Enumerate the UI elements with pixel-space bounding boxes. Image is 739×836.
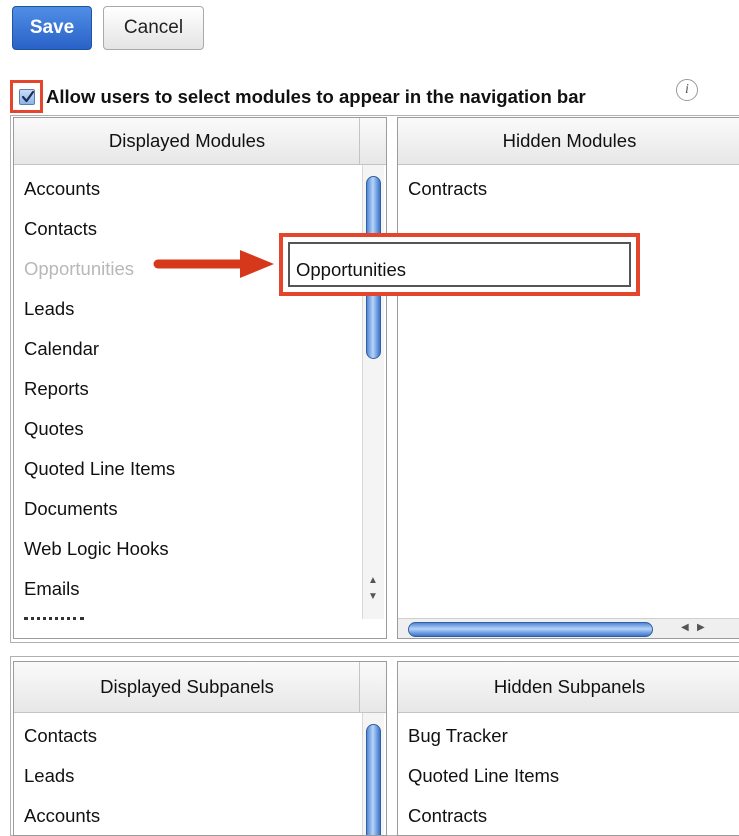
list-item[interactable]: Documents: [24, 498, 118, 520]
scroll-up-icon[interactable]: ▲: [364, 575, 382, 586]
list-item[interactable]: Quoted Line Items: [408, 765, 559, 787]
dragged-item-label: Opportunities: [296, 259, 407, 280]
displayed-subpanels-scrollbar[interactable]: [362, 713, 384, 835]
displayed-subpanels-header: Displayed Subpanels: [14, 662, 360, 713]
scroll-thumb[interactable]: [366, 724, 381, 835]
list-item[interactable]: Web Logic Hooks: [24, 538, 169, 560]
list-item[interactable]: Leads: [24, 298, 74, 320]
list-item-clipped: [24, 616, 94, 620]
list-item[interactable]: Quoted Line Items: [24, 458, 175, 480]
cancel-button[interactable]: Cancel: [103, 6, 204, 50]
dragged-item-highlight: Opportunities: [279, 233, 640, 296]
scroll-header-cap: [359, 662, 386, 713]
list-item[interactable]: Contacts: [24, 725, 97, 747]
hidden-modules-hscrollbar[interactable]: ◀ ▶: [398, 618, 739, 638]
scroll-header-cap: [359, 118, 386, 165]
displayed-modules-panel: Displayed Modules Accounts Contacts Oppo…: [13, 117, 387, 639]
list-item[interactable]: Reports: [24, 378, 89, 400]
hidden-modules-header: Hidden Modules: [398, 118, 739, 165]
hscroll-thumb[interactable]: [408, 622, 653, 637]
list-item[interactable]: Leads: [24, 765, 74, 787]
list-item[interactable]: Emails: [24, 578, 80, 600]
drag-arrow-icon: [153, 250, 274, 278]
hidden-subpanels-panel: Hidden Subpanels Bug Tracker Quoted Line…: [397, 661, 739, 836]
hidden-subpanels-header: Hidden Subpanels: [398, 662, 739, 713]
list-item[interactable]: Calendar: [24, 338, 99, 360]
list-item[interactable]: Accounts: [24, 805, 100, 827]
allow-select-label: Allow users to select modules to appear …: [46, 86, 586, 107]
scroll-down-icon[interactable]: ▼: [364, 591, 382, 602]
list-item[interactable]: Quotes: [24, 418, 84, 440]
dragged-item[interactable]: Opportunities: [288, 242, 631, 287]
checkmark-icon: [21, 90, 35, 103]
list-item[interactable]: Accounts: [24, 178, 100, 200]
allow-select-row: Allow users to select modules to appear …: [10, 79, 730, 114]
hidden-subpanels-title: Hidden Subpanels: [493, 676, 646, 697]
info-icon[interactable]: i: [676, 79, 698, 101]
list-item[interactable]: Contacts: [24, 218, 97, 240]
list-item[interactable]: Bug Tracker: [408, 725, 508, 747]
displayed-modules-header: Displayed Modules: [14, 118, 360, 165]
hidden-modules-panel: Hidden Modules Contracts ◀ ▶: [397, 117, 739, 639]
save-button[interactable]: Save: [12, 6, 92, 50]
scroll-right-icon[interactable]: ▶: [697, 622, 705, 633]
displayed-subpanels-panel: Displayed Subpanels Contacts Leads Accou…: [13, 661, 387, 836]
displayed-subpanels-title: Displayed Subpanels: [100, 676, 274, 697]
displayed-modules-title: Displayed Modules: [108, 130, 266, 151]
scroll-left-icon[interactable]: ◀: [681, 622, 689, 633]
list-item[interactable]: Contracts: [408, 805, 487, 827]
list-item-dragging-source[interactable]: Opportunities: [24, 258, 134, 280]
list-item[interactable]: Contracts: [408, 178, 487, 200]
checkbox-highlight: [10, 80, 43, 113]
hidden-modules-title: Hidden Modules: [502, 130, 637, 151]
allow-select-checkbox[interactable]: [19, 89, 35, 105]
